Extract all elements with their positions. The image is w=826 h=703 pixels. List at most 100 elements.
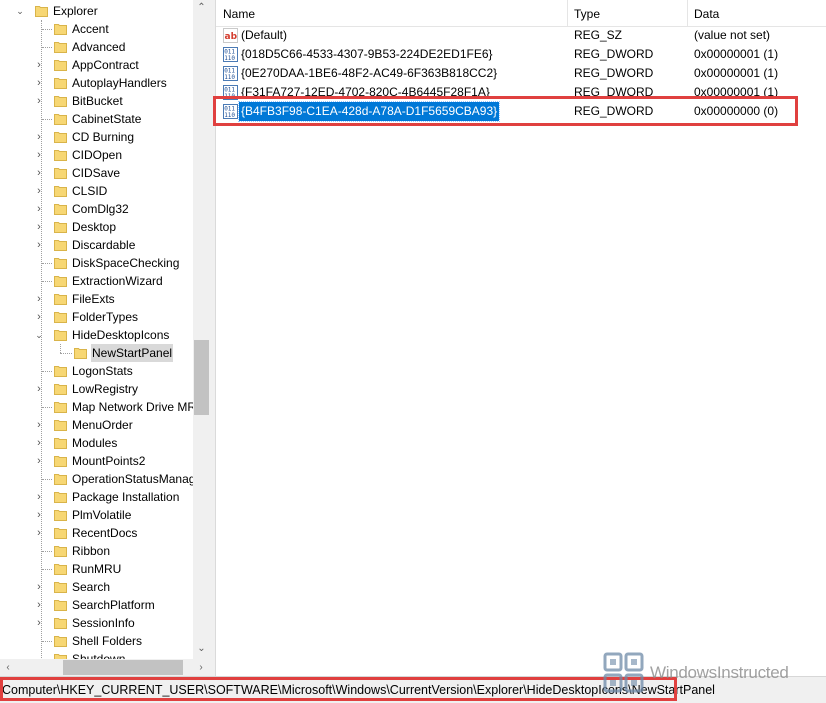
tree-item-comdlg32[interactable]: › ComDlg32: [0, 200, 194, 218]
tree-item-explorer[interactable]: ⌄ Explorer: [0, 2, 194, 20]
tree-item-hidedesktopicons[interactable]: ⌄ HideDesktopIcons: [0, 326, 194, 344]
column-header-name[interactable]: Name: [216, 0, 568, 26]
tree-item-fileexts[interactable]: › FileExts: [0, 290, 194, 308]
string-value-icon: ab: [223, 28, 238, 43]
tree-item-cabinetstate[interactable]: CabinetState: [0, 110, 194, 128]
value-row[interactable]: 011 110 {018D5C66-4533-4307-9B53-224DE2ED1…: [216, 45, 826, 64]
value-data: 0x00000001 (1): [694, 47, 779, 61]
tree-item-recentdocs[interactable]: › RecentDocs: [0, 524, 194, 542]
tree-item-label: Discardable: [72, 238, 136, 252]
expand-chevron-icon[interactable]: ›: [34, 56, 44, 74]
tree-guide-line: [42, 119, 52, 120]
expand-chevron-icon[interactable]: ›: [34, 614, 44, 632]
folder-icon: [35, 4, 48, 17]
expand-chevron-icon[interactable]: ›: [34, 164, 44, 182]
tree-item-package-installation[interactable]: › Package Installation: [0, 488, 194, 506]
tree-item-desktop[interactable]: › Desktop: [0, 218, 194, 236]
expand-chevron-icon[interactable]: ›: [34, 488, 44, 506]
value-row[interactable]: 011 110 {0E270DAA-1BE6-48F2-AC49-6F363B818…: [216, 64, 826, 83]
tree-guide-line: [60, 344, 61, 353]
tree-item-bitbucket[interactable]: › BitBucket: [0, 92, 194, 110]
tree-item-label: BitBucket: [72, 94, 123, 108]
expand-chevron-icon[interactable]: ›: [34, 524, 44, 542]
tree-item-operationstatusmanager[interactable]: OperationStatusManager: [0, 470, 206, 488]
expand-chevron-icon[interactable]: ›: [34, 578, 44, 596]
collapse-chevron-icon[interactable]: ⌄: [34, 326, 44, 344]
column-header-type[interactable]: Type: [567, 0, 684, 26]
tree-item-sessioninfo[interactable]: › SessionInfo: [0, 614, 194, 632]
tree-guide-line: [42, 551, 52, 552]
folder-icon: [54, 256, 67, 269]
expand-chevron-icon[interactable]: ›: [34, 200, 44, 218]
windowsinstructed-logo-icon: [603, 652, 644, 693]
scroll-left-icon[interactable]: ‹: [0, 659, 16, 676]
expand-chevron-icon[interactable]: ›: [34, 290, 44, 308]
tree-item-newstartpanel[interactable]: NewStartPanel: [0, 344, 194, 362]
tree-item-search[interactable]: › Search: [0, 578, 194, 596]
tree-vertical-scrollbar[interactable]: [193, 0, 210, 659]
tree-item-shell-folders[interactable]: Shell Folders: [0, 632, 194, 650]
svg-text:110: 110: [224, 55, 235, 62]
tree-vertical-scroll-thumb[interactable]: [194, 340, 209, 415]
folder-icon: [54, 454, 67, 467]
tree-item-label: Desktop: [72, 220, 117, 234]
folder-icon: [54, 562, 67, 575]
tree-item-lowregistry[interactable]: › LowRegistry: [0, 380, 194, 398]
collapse-chevron-icon[interactable]: ⌄: [15, 2, 25, 20]
tree-item-plmvolatile[interactable]: › PlmVolatile: [0, 506, 194, 524]
folder-icon: [54, 166, 67, 179]
tree-item-accent[interactable]: Accent: [0, 20, 194, 38]
tree-item-menuorder[interactable]: › MenuOrder: [0, 416, 194, 434]
tree-item-autoplayhandlers[interactable]: › AutoplayHandlers: [0, 74, 194, 92]
expand-chevron-icon[interactable]: ›: [34, 308, 44, 326]
tree-item-diskspacechecking[interactable]: DiskSpaceChecking: [0, 254, 194, 272]
expand-chevron-icon[interactable]: ›: [34, 128, 44, 146]
tree-item-runmru[interactable]: RunMRU: [0, 560, 194, 578]
tree-item-appcontract[interactable]: › AppContract: [0, 56, 194, 74]
expand-chevron-icon[interactable]: ›: [34, 416, 44, 434]
tree-item-logonstats[interactable]: LogonStats: [0, 362, 194, 380]
folder-icon: [54, 490, 67, 503]
tree-item-map-network-drive-mru[interactable]: Map Network Drive MRU: [0, 398, 205, 416]
tree-item-clsid[interactable]: › CLSID: [0, 182, 194, 200]
folder-icon: [54, 598, 67, 611]
column-header-data[interactable]: Data: [687, 0, 824, 26]
tree-item-discardable[interactable]: › Discardable: [0, 236, 194, 254]
expand-chevron-icon[interactable]: ›: [34, 434, 44, 452]
tree-guide-line: [42, 263, 52, 264]
tree-item-cidsave[interactable]: › CIDSave: [0, 164, 194, 182]
tree-item-label: ComDlg32: [72, 202, 129, 216]
expand-chevron-icon[interactable]: ›: [34, 452, 44, 470]
tree-item-extractionwizard[interactable]: ExtractionWizard: [0, 272, 194, 290]
expand-chevron-icon[interactable]: ›: [34, 182, 44, 200]
scroll-up-icon[interactable]: ⌃: [193, 0, 210, 16]
expand-chevron-icon[interactable]: ›: [34, 596, 44, 614]
registry-key-tree[interactable]: ⌄ Explorer Accent Advanced › AppContract › Auto…: [0, 0, 210, 676]
tree-item-modules[interactable]: › Modules: [0, 434, 194, 452]
tree-item-advanced[interactable]: Advanced: [0, 38, 194, 56]
scroll-down-icon[interactable]: ⌄: [193, 641, 210, 657]
tree-item-foldertypes[interactable]: › FolderTypes: [0, 308, 194, 326]
scroll-right-icon[interactable]: ›: [193, 659, 209, 676]
expand-chevron-icon[interactable]: ›: [34, 506, 44, 524]
expand-chevron-icon[interactable]: ›: [34, 380, 44, 398]
tree-item-cd-burning[interactable]: › CD Burning: [0, 128, 194, 146]
expand-chevron-icon[interactable]: ›: [34, 74, 44, 92]
folder-icon: [54, 616, 67, 629]
folder-icon: [54, 382, 67, 395]
tree-item-mountpoints2[interactable]: › MountPoints2: [0, 452, 194, 470]
tree-horizontal-scroll-thumb[interactable]: [63, 660, 183, 675]
tree-item-label: RecentDocs: [72, 526, 138, 540]
tree-item-label: CD Burning: [72, 130, 135, 144]
tree-item-searchplatform[interactable]: › SearchPlatform: [0, 596, 194, 614]
expand-chevron-icon[interactable]: ›: [34, 146, 44, 164]
expand-chevron-icon[interactable]: ›: [34, 218, 44, 236]
expand-chevron-icon[interactable]: ›: [34, 92, 44, 110]
tree-item-ribbon[interactable]: Ribbon: [0, 542, 194, 560]
expand-chevron-icon[interactable]: ›: [34, 236, 44, 254]
tree-rows: ⌄ Explorer Accent Advanced › AppContract › Auto…: [0, 2, 206, 670]
folder-icon: [54, 310, 67, 323]
tree-item-cidopen[interactable]: › CIDOpen: [0, 146, 194, 164]
value-row[interactable]: ab (Default) REG_SZ (value not set): [216, 26, 826, 45]
tree-item-label: CLSID: [72, 184, 108, 198]
